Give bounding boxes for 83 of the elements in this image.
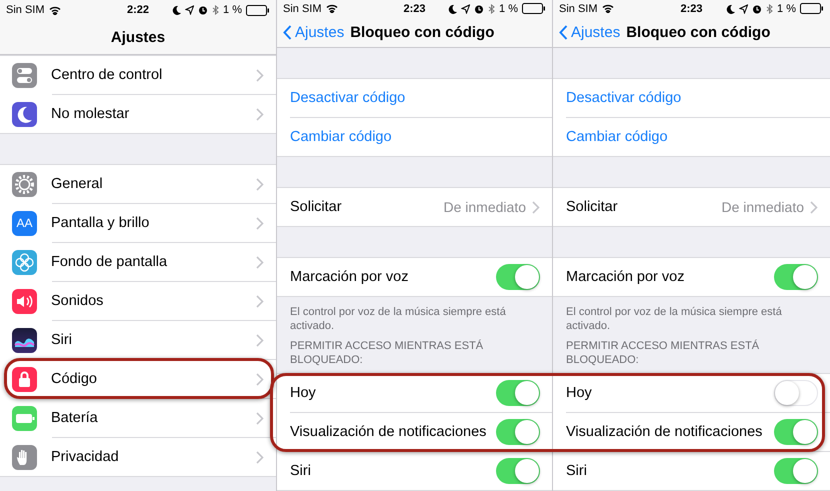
toggle-switch[interactable] (496, 419, 540, 445)
chevron-right-icon (256, 256, 264, 268)
screen-title: Ajustes (110, 28, 166, 46)
setting-item[interactable]: Sonidos (51, 293, 256, 309)
alarm-icon (752, 4, 762, 14)
setting-label: Hoy (290, 385, 317, 401)
battery-percent: 1 % (499, 2, 518, 15)
setting-item[interactable]: Batería (51, 410, 256, 426)
setting-item[interactable]: Privacidad (51, 449, 256, 465)
location-icon (185, 5, 194, 15)
battery-percent: 1 % (223, 4, 242, 16)
back-button[interactable]: Ajustes (559, 24, 620, 41)
action-link[interactable]: Desactivar código (566, 90, 830, 106)
chevron-right-icon (810, 200, 818, 214)
location-icon (739, 4, 748, 14)
moon-icon (726, 4, 736, 14)
carrier-text: Sin SIM (559, 2, 598, 15)
setting-item[interactable]: Centro de control (51, 67, 256, 83)
toggle-switch[interactable] (774, 419, 818, 445)
back-button[interactable]: Ajustes (283, 24, 344, 41)
letters-icon: AA (12, 210, 37, 236)
wifi-icon (48, 6, 61, 14)
chevron-right-icon (256, 450, 264, 464)
battery-percent: 1 % (777, 2, 796, 15)
action-link[interactable]: Cambiar código (566, 129, 830, 145)
wifi-icon (326, 4, 338, 14)
toggle-switch[interactable] (496, 458, 540, 484)
setting-item[interactable]: General (51, 176, 256, 192)
setting-label: Siri (290, 463, 312, 479)
chevron-right-icon (256, 68, 264, 82)
battery-icon (800, 3, 824, 14)
setting-item[interactable]: Código (51, 371, 256, 387)
carrier-text: Sin SIM (283, 2, 322, 15)
bluetooth-icon (766, 4, 774, 14)
setting-label: Hoy (566, 385, 593, 401)
setting-item[interactable]: Siri (51, 332, 256, 348)
carrier-text: Sin SIM (6, 4, 45, 16)
toggle-switch[interactable] (496, 380, 540, 406)
chevron-right-icon (256, 412, 264, 424)
setting-label: Marcación por voz (566, 269, 686, 285)
chevron-right-icon (256, 108, 264, 120)
setting-label: Visualización de notificaciones (566, 424, 764, 440)
wifi-icon (602, 4, 614, 14)
setting-label: Marcación por voz (290, 269, 410, 285)
toggle-switch[interactable] (774, 264, 818, 290)
screen-title: Bloqueo con código (626, 24, 770, 41)
toggle-switch[interactable] (496, 264, 540, 290)
chevron-left-icon (559, 24, 568, 40)
setting-item[interactable]: Pantalla y brillo (51, 215, 256, 231)
status-time: 2:23 (680, 2, 703, 15)
bluetooth-icon (212, 5, 220, 15)
status-time: 2:22 (126, 4, 150, 16)
location-icon (461, 4, 470, 14)
setting-label: Solicitar (566, 199, 619, 215)
battery-icon (522, 3, 546, 14)
chevron-right-icon (256, 216, 264, 230)
chevron-right-icon (256, 334, 264, 346)
action-link[interactable]: Desactivar código (290, 90, 552, 106)
moon-icon (448, 4, 458, 14)
alarm-icon (474, 4, 484, 14)
toggle-switch[interactable] (774, 380, 818, 406)
section-footer: El control por voz de la música siempre está activado. (553, 297, 830, 335)
chevron-right-icon (256, 294, 264, 308)
chevron-left-icon (283, 24, 292, 40)
status-time: 2:23 (403, 2, 426, 15)
setting-item[interactable]: Fondo de pantalla (51, 254, 256, 270)
setting-item[interactable]: No molestar (51, 106, 256, 122)
section-header: PERMITIR ACCESO MIENTRAS ESTÁ BLOQUEADO: (289, 338, 484, 368)
moon-icon (172, 5, 182, 15)
chevron-right-icon (256, 372, 264, 386)
setting-label: Visualización de notificaciones (290, 424, 488, 440)
alarm-icon (198, 5, 208, 15)
chevron-right-icon (532, 200, 540, 214)
chevron-right-icon (256, 178, 264, 190)
action-link[interactable]: Cambiar código (290, 129, 552, 145)
section-header: PERMITIR ACCESO MIENTRAS ESTÁ BLOQUEADO: (565, 338, 760, 368)
toggle-switch[interactable] (774, 458, 818, 484)
screen-title: Bloqueo con código (350, 24, 494, 41)
setting-label: Siri (566, 463, 588, 479)
section-footer: El control por voz de la música siempre está activado. (277, 297, 552, 335)
bluetooth-icon (488, 4, 496, 14)
setting-label: Solicitar (290, 199, 343, 215)
battery-icon (246, 4, 270, 16)
